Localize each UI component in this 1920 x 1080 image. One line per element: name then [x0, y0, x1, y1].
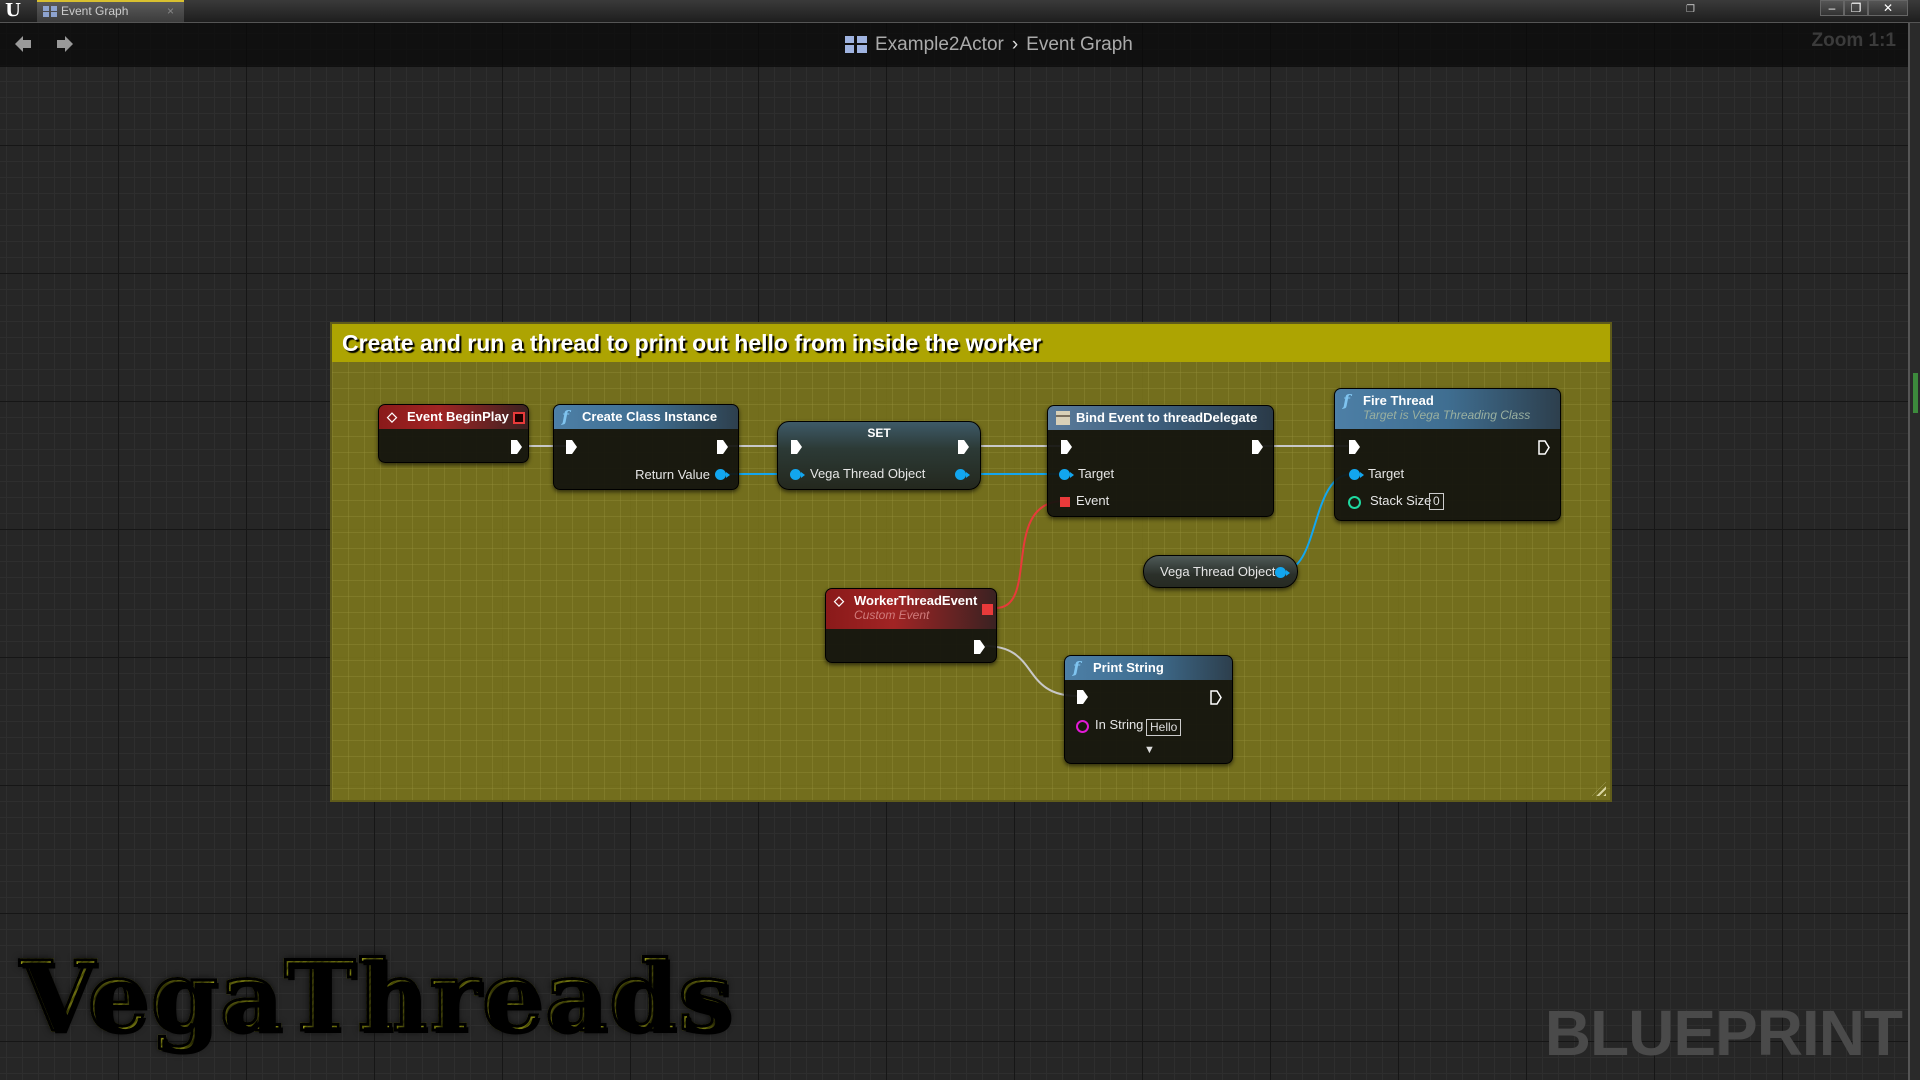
- in-string-input[interactable]: Hello: [1146, 719, 1182, 736]
- title-bar: U Event Graph × ❐ – ❐ ✕: [0, 0, 1920, 23]
- exec-output-pin[interactable]: [974, 640, 985, 654]
- breadcrumb: Example2Actor › Event Graph: [845, 31, 1133, 59]
- blueprint-icon: [845, 36, 867, 54]
- breadcrumb-separator-icon: ›: [1011, 34, 1019, 55]
- return-value-label: Return Value: [635, 467, 710, 482]
- value-output-pin[interactable]: [955, 469, 970, 480]
- forward-arrow-icon[interactable]: [55, 34, 75, 54]
- exec-input-pin[interactable]: [1061, 440, 1072, 454]
- node-title: Fire Thread: [1363, 393, 1434, 408]
- tab-event-graph[interactable]: Event Graph ×: [37, 0, 184, 22]
- node-worker-thread-event[interactable]: ◇ WorkerThreadEvent Custom Event: [825, 588, 997, 663]
- node-title: SET: [867, 426, 891, 440]
- stack-size-input[interactable]: 0: [1429, 493, 1444, 510]
- zoom-level: Zoom 1:1: [1811, 30, 1896, 51]
- pin-label: Vega Thread Object: [810, 466, 926, 481]
- exec-output-pin[interactable]: [511, 440, 522, 454]
- blueprint-watermark: BLUEPRINT: [1544, 997, 1903, 1069]
- node-vega-thread-object-getter[interactable]: Vega Thread Object: [1143, 555, 1298, 588]
- node-create-class-instance[interactable]: f Create Class Instance Return Value: [553, 404, 739, 490]
- unreal-logo-icon: U: [5, 0, 21, 21]
- target-label: Target: [1078, 466, 1115, 481]
- back-arrow-icon[interactable]: [13, 34, 33, 54]
- delegate-icon: [1056, 411, 1070, 425]
- node-title: Print String: [1093, 660, 1164, 675]
- node-subtitle: Custom Event: [854, 608, 930, 622]
- node-event-beginplay[interactable]: ◇ Event BeginPlay: [378, 404, 529, 463]
- node-set[interactable]: SET Vega Thread Object: [777, 421, 981, 490]
- function-icon: f: [562, 407, 569, 426]
- delegate-output-pin[interactable]: [982, 604, 993, 615]
- exec-input-pin[interactable]: [791, 440, 802, 454]
- value-input-pin[interactable]: [790, 469, 805, 480]
- node-print-string[interactable]: f Print String In String Hello ▼: [1064, 655, 1233, 764]
- in-string-label: In String: [1095, 717, 1144, 732]
- vegathreads-logo: VegaThreads: [18, 939, 735, 1055]
- tab-close-icon[interactable]: ×: [167, 2, 174, 21]
- restore-small-icon[interactable]: ❐: [1686, 4, 1696, 15]
- node-bind-event[interactable]: Bind Event to threadDelegate Target Even…: [1047, 405, 1274, 517]
- exec-input-pin[interactable]: [566, 440, 577, 454]
- close-button[interactable]: ✕: [1868, 0, 1908, 16]
- in-string-pin[interactable]: [1076, 720, 1089, 733]
- event-diamond-icon: ◇: [387, 409, 397, 424]
- tab-label: Event Graph: [61, 4, 129, 18]
- exec-output-pin[interactable]: [1538, 440, 1550, 455]
- target-label: Target: [1368, 466, 1405, 481]
- exec-input-pin[interactable]: [1349, 440, 1360, 454]
- node-title: Bind Event to threadDelegate: [1076, 410, 1258, 425]
- function-icon: f: [1343, 391, 1350, 410]
- expand-arrow-icon[interactable]: ▼: [1144, 744, 1155, 756]
- exec-output-pin[interactable]: [1210, 690, 1222, 705]
- minimize-button[interactable]: –: [1820, 0, 1844, 16]
- exec-output-pin[interactable]: [717, 440, 728, 454]
- return-value-pin[interactable]: [715, 469, 730, 480]
- graph-tab-icon: [43, 6, 57, 17]
- restore-button[interactable]: ❐: [1844, 0, 1868, 16]
- stack-size-label: Stack Size: [1370, 493, 1432, 508]
- variable-label: Vega Thread Object: [1160, 564, 1276, 579]
- stack-size-pin[interactable]: [1348, 496, 1361, 509]
- delegate-output-pin[interactable]: [513, 412, 525, 424]
- exec-output-pin[interactable]: [958, 440, 969, 454]
- comment-title[interactable]: Create and run a thread to print out hel…: [332, 324, 1610, 362]
- breadcrumb-actor[interactable]: Example2Actor: [875, 31, 1004, 59]
- node-subtitle: Target is Vega Threading Class: [1363, 408, 1531, 422]
- node-title: Event BeginPlay: [407, 409, 509, 424]
- variable-output-pin[interactable]: [1275, 567, 1290, 578]
- target-input-pin[interactable]: [1349, 469, 1364, 480]
- exec-input-pin[interactable]: [1077, 690, 1088, 704]
- node-title: Create Class Instance: [582, 409, 718, 424]
- right-panel-edge[interactable]: [1908, 23, 1920, 1080]
- target-input-pin[interactable]: [1059, 469, 1074, 480]
- event-input-pin[interactable]: [1060, 497, 1070, 507]
- node-fire-thread[interactable]: f Fire Thread Target is Vega Threading C…: [1334, 388, 1561, 521]
- breadcrumb-graph[interactable]: Event Graph: [1026, 31, 1133, 59]
- resize-grip-icon[interactable]: [1592, 782, 1606, 796]
- event-label: Event: [1076, 493, 1110, 508]
- node-title: WorkerThreadEvent: [854, 593, 978, 608]
- event-diamond-icon: ◇: [834, 593, 844, 608]
- function-icon: f: [1073, 658, 1080, 677]
- exec-output-pin[interactable]: [1252, 440, 1263, 454]
